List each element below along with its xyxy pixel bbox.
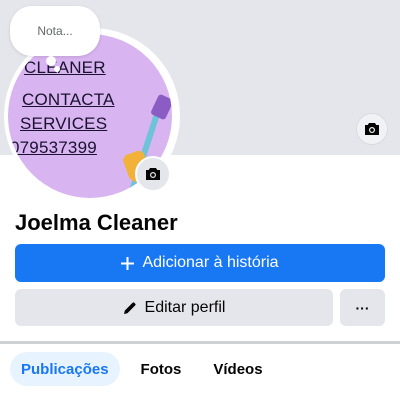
edit-profile-label: Editar perfil (144, 298, 226, 316)
profile-name: Joelma Cleaner (15, 210, 178, 235)
add-story-button[interactable]: Adicionar à história (15, 244, 385, 282)
avatar-text-line: SERVICES (20, 114, 108, 133)
note-bubble-tail (54, 66, 60, 72)
note-placeholder: Nota... (37, 24, 73, 38)
cover-camera-button[interactable] (356, 113, 388, 145)
tab-videos[interactable]: Vídeos (202, 352, 273, 386)
more-options-button[interactable]: ··· (340, 289, 385, 326)
note-bubble[interactable]: Nota... (10, 6, 100, 56)
section-divider (0, 341, 400, 344)
avatar-text-line: 079537399 (10, 138, 97, 157)
add-story-label: Adicionar à história (142, 254, 279, 271)
avatar-text-line: CLEANER (24, 58, 106, 77)
more-dots-icon: ··· (355, 299, 370, 316)
tab-publicacoes[interactable]: Publicações (10, 352, 120, 386)
note-bubble-tail (46, 56, 56, 66)
camera-icon (365, 123, 379, 135)
avatar-text-line: CONTACTA (22, 90, 115, 109)
pencil-icon (123, 301, 136, 314)
profile-tabs: Publicações Fotos Vídeos (10, 352, 274, 386)
tab-fotos[interactable]: Fotos (130, 352, 193, 386)
camera-icon (146, 168, 160, 180)
avatar-camera-button[interactable] (135, 156, 171, 192)
plus-icon (121, 256, 135, 270)
tab-label: Fotos (140, 360, 182, 378)
tab-label: Publicações (21, 360, 109, 378)
edit-profile-button[interactable]: Editar perfil (15, 289, 333, 326)
tab-label: Vídeos (213, 360, 263, 378)
